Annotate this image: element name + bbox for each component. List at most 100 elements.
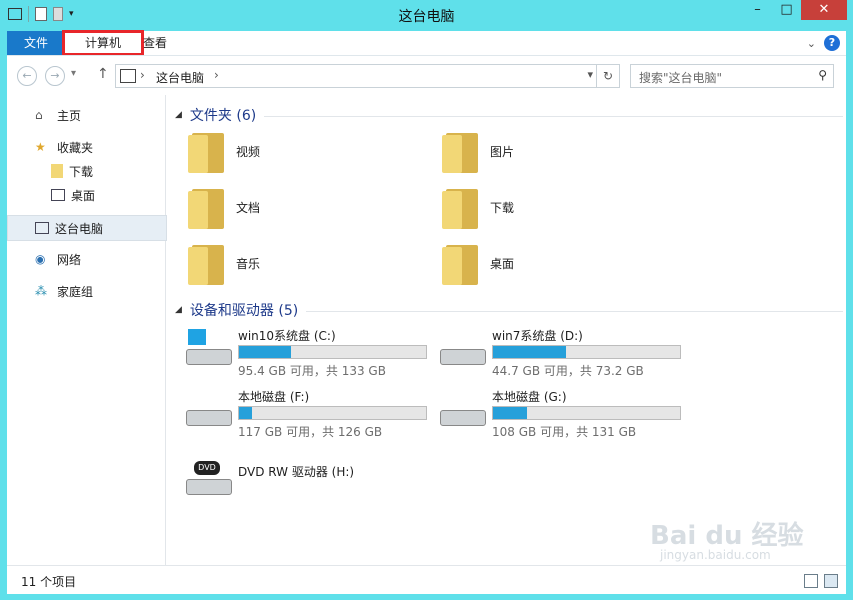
forward-button[interactable]: → bbox=[45, 66, 65, 86]
tab-computer[interactable]: 计算机 bbox=[62, 30, 144, 56]
drive-usage-bar bbox=[238, 345, 427, 359]
back-button[interactable]: ← bbox=[17, 66, 37, 86]
minimize-button[interactable]: – bbox=[743, 0, 772, 20]
help-icon[interactable]: ? bbox=[824, 35, 840, 51]
drive-item-c[interactable]: win10系统盘 (C:) 95.4 GB 可用，共 133 GB bbox=[186, 327, 436, 378]
drive-item-f[interactable]: 本地磁盘 (F:) 117 GB 可用，共 126 GB bbox=[186, 388, 436, 439]
home-icon: ⌂ bbox=[35, 108, 43, 122]
drive-usage-fill bbox=[493, 346, 566, 358]
up-button[interactable]: ↑ bbox=[97, 66, 109, 82]
drive-info: 108 GB 可用，共 131 GB bbox=[492, 425, 637, 439]
title-bar: ▾ 这台电脑 – □ ✕ bbox=[0, 0, 853, 31]
drive-usage-fill bbox=[493, 407, 527, 419]
main-pane: ◢ 文件夹 (6) 视频 图片 文档 下载 音乐 桌面 ◢ 设备和驱动器 (5)… bbox=[172, 95, 846, 565]
nav-label: 下载 bbox=[69, 164, 94, 179]
nav-label: 桌面 bbox=[71, 188, 96, 203]
section-divider bbox=[306, 310, 843, 312]
folder-item-documents[interactable]: 文档 bbox=[188, 185, 260, 229]
star-icon: ★ bbox=[35, 140, 46, 154]
nav-label: 收藏夹 bbox=[57, 140, 94, 155]
search-input[interactable]: 搜索"这台电脑" ⚲ bbox=[630, 64, 834, 88]
devices-section-header[interactable]: ◢ 设备和驱动器 (5) bbox=[175, 300, 843, 320]
folder-item-downloads[interactable]: 下载 bbox=[442, 185, 514, 229]
close-button[interactable]: ✕ bbox=[801, 0, 847, 20]
breadcrumb[interactable]: 这台电脑 bbox=[156, 69, 204, 86]
nav-item-downloads[interactable]: 下载 bbox=[51, 159, 93, 183]
baidu-watermark: Bai du 经验 bbox=[650, 521, 804, 551]
folder-item-desktop[interactable]: 桌面 bbox=[442, 241, 514, 285]
music-folder-icon bbox=[188, 241, 226, 285]
folder-label: 文档 bbox=[236, 200, 261, 215]
window-controls: – □ ✕ bbox=[743, 0, 847, 20]
ribbon-tabs: 文件 计算机 查看 ⌄ ? bbox=[7, 30, 846, 56]
nav-label: 家庭组 bbox=[57, 284, 94, 299]
status-bar: 11 个项目 bbox=[7, 565, 846, 594]
section-title: 文件夹 (6) bbox=[189, 108, 257, 124]
folder-label: 下载 bbox=[490, 200, 515, 215]
search-placeholder: 搜索"这台电脑" bbox=[639, 71, 723, 85]
drive-usage-fill bbox=[239, 346, 292, 358]
item-count: 11 个项目 bbox=[21, 575, 77, 589]
search-icon[interactable]: ⚲ bbox=[818, 68, 827, 82]
drive-usage-fill bbox=[239, 407, 253, 419]
navigation-pane: ⌂ 主页 ★ 收藏夹 下载 桌面 这台电脑 ◉ 网络 ⁂ 家庭组 bbox=[7, 95, 167, 565]
pictures-folder-icon bbox=[442, 129, 480, 173]
drive-name: DVD RW 驱动器 (H:) bbox=[238, 465, 355, 479]
folder-item-pictures[interactable]: 图片 bbox=[442, 129, 514, 173]
hard-drive-icon bbox=[440, 396, 486, 428]
folder-item-videos[interactable]: 视频 bbox=[188, 129, 260, 173]
folder-label: 音乐 bbox=[236, 256, 261, 271]
pc-icon bbox=[35, 222, 49, 234]
tab-view[interactable]: 查看 bbox=[143, 31, 167, 55]
drive-name: win7系统盘 (D:) bbox=[492, 329, 583, 343]
explorer-window: ▾ 这台电脑 – □ ✕ 文件 计算机 查看 ⌄ ? ← → ▾ ↑ › 这台电… bbox=[0, 0, 853, 600]
nav-item-network[interactable]: ◉ 网络 bbox=[35, 247, 81, 271]
nav-item-home[interactable]: ⌂ 主页 bbox=[35, 103, 81, 127]
folder-label: 图片 bbox=[490, 144, 515, 159]
collapse-icon[interactable]: ◢ bbox=[175, 110, 182, 120]
window-title: 这台电脑 bbox=[398, 9, 455, 25]
folder-label: 桌面 bbox=[490, 256, 515, 271]
section-title: 设备和驱动器 (5) bbox=[189, 303, 299, 319]
pc-icon bbox=[120, 69, 136, 83]
drive-name: win10系统盘 (C:) bbox=[238, 329, 336, 343]
drive-info: 95.4 GB 可用，共 133 GB bbox=[238, 364, 386, 378]
drive-name: 本地磁盘 (F:) bbox=[238, 390, 310, 404]
nav-item-this-pc[interactable]: 这台电脑 bbox=[7, 215, 167, 241]
folders-section-header[interactable]: ◢ 文件夹 (6) bbox=[175, 105, 843, 125]
recent-locations-icon[interactable]: ▾ bbox=[71, 68, 76, 79]
nav-label: 网络 bbox=[57, 252, 82, 267]
homegroup-icon: ⁂ bbox=[35, 284, 47, 298]
expand-ribbon-icon[interactable]: ⌄ bbox=[807, 37, 816, 50]
desktop-folder-icon bbox=[442, 241, 480, 285]
collapse-icon[interactable]: ◢ bbox=[175, 305, 182, 315]
nav-label: 主页 bbox=[57, 108, 82, 123]
drive-name: 本地磁盘 (G:) bbox=[492, 390, 567, 404]
nav-item-favorites[interactable]: ★ 收藏夹 bbox=[35, 135, 93, 159]
refresh-button[interactable]: ↻ bbox=[596, 65, 619, 87]
section-divider bbox=[264, 115, 843, 117]
nav-item-homegroup[interactable]: ⁂ 家庭组 bbox=[35, 279, 93, 303]
folder-item-music[interactable]: 音乐 bbox=[188, 241, 260, 285]
drive-item-d[interactable]: win7系统盘 (D:) 44.7 GB 可用，共 73.2 GB bbox=[440, 327, 690, 378]
drive-info: 44.7 GB 可用，共 73.2 GB bbox=[492, 364, 644, 378]
maximize-button[interactable]: □ bbox=[772, 0, 801, 20]
chevron-right-icon[interactable]: › bbox=[214, 68, 219, 82]
videos-folder-icon bbox=[188, 129, 226, 173]
drive-item-g[interactable]: 本地磁盘 (G:) 108 GB 可用，共 131 GB bbox=[440, 388, 690, 439]
details-view-icon[interactable] bbox=[804, 574, 818, 588]
drive-info: 117 GB 可用，共 126 GB bbox=[238, 425, 383, 439]
address-bar[interactable]: › 这台电脑 › ▾ ↻ bbox=[115, 64, 620, 88]
content-area: ⌂ 主页 ★ 收藏夹 下载 桌面 这台电脑 ◉ 网络 ⁂ 家庭组 ◢ 文件夹 (… bbox=[7, 95, 846, 565]
nav-item-desktop[interactable]: 桌面 bbox=[51, 183, 95, 207]
drive-usage-bar bbox=[492, 345, 681, 359]
tab-file[interactable]: 文件 bbox=[7, 31, 65, 55]
nav-label: 这台电脑 bbox=[55, 221, 104, 236]
downloads-folder-icon bbox=[442, 185, 480, 229]
desktop-icon bbox=[51, 189, 65, 201]
drive-usage-bar bbox=[492, 406, 681, 420]
chevron-down-icon[interactable]: ▾ bbox=[587, 68, 593, 81]
dvd-drive-icon: DVD bbox=[186, 461, 232, 497]
drive-item-h[interactable]: DVD DVD RW 驱动器 (H:) bbox=[186, 457, 436, 503]
large-icons-view-icon[interactable] bbox=[824, 574, 838, 588]
